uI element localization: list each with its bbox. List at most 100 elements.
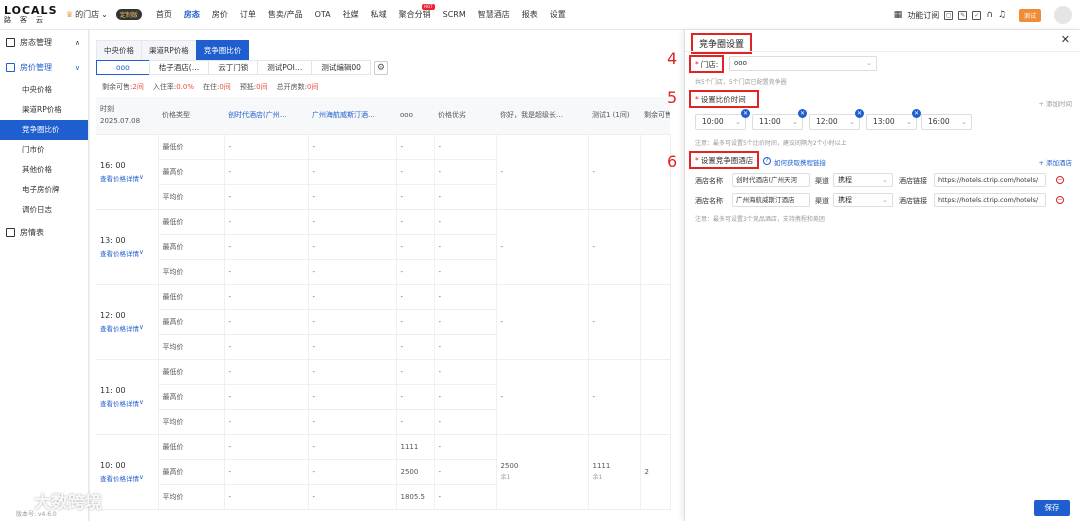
sidebar-group-room-report[interactable]: 房情表 <box>0 220 88 245</box>
hotel-name-input-1[interactable]: 创时代酒店(广州天河 <box>732 173 810 187</box>
price-detail-link[interactable]: 查看价格详情 <box>100 173 139 183</box>
summary-value: - <box>592 167 596 176</box>
remove-time-icon[interactable]: ✕ <box>912 109 921 118</box>
test-env-button[interactable]: 测试 <box>1018 8 1041 22</box>
summary-value: 1111 <box>592 462 611 470</box>
summary-value: - <box>592 317 596 326</box>
hotel-tab-poi[interactable]: 测试POI… <box>257 60 313 75</box>
gear-icon[interactable]: ⚙ <box>373 60 388 75</box>
vip-badge: 定制版 <box>115 9 142 20</box>
hotel-name-input-2[interactable]: 广州海航威斯汀酒店 <box>732 193 810 207</box>
price-detail-link[interactable]: 查看价格详情 <box>100 323 139 333</box>
chevron-down-icon: ⌄ <box>101 10 108 19</box>
time-label: 16: 00 <box>100 160 126 170</box>
sidebar-item-channel-rp[interactable]: 渠道RP价格 <box>0 100 88 120</box>
edit-icon[interactable]: ✎ <box>958 10 968 20</box>
hotel-tab-yunding[interactable]: 云丁门锁 <box>208 60 259 75</box>
close-icon[interactable]: ✕ <box>1061 33 1070 46</box>
sidebar-group-room-status[interactable]: 房态管理 ∧ <box>0 30 88 55</box>
time-select-3[interactable]: 12:00 ⌄ <box>809 114 860 130</box>
top-right-tools: ▦ 功能订阅 ▢ ✎ ✓ ∩ ♫ 测试 <box>894 0 1072 30</box>
price-detail-link[interactable]: 查看价格详情 <box>100 248 139 258</box>
nav-sales-products[interactable]: 售卖/产品 <box>262 0 309 30</box>
sidebar-item-log[interactable]: 调价日志 <box>0 200 88 220</box>
bell-icon[interactable]: ♫ <box>998 10 1006 20</box>
price-detail-link[interactable]: 查看价格详情 <box>100 473 139 483</box>
price-type-cell: 最高价 <box>158 159 225 185</box>
store-switcher[interactable]: ♛ 的门店 ⌄ 定制版 <box>66 9 142 20</box>
chevron-down-icon: ⌄ <box>849 118 855 126</box>
summary-value: - <box>592 242 596 251</box>
time-select-2[interactable]: 11:00 ⌄ <box>752 114 803 130</box>
price-cell: - <box>434 359 497 385</box>
remove-time-icon[interactable]: ✕ <box>798 109 807 118</box>
add-time-link[interactable]: + 添加时间 <box>1038 98 1072 108</box>
top-bar: LOCALS 路客云 ♛ 的门店 ⌄ 定制版 首页 房态 房价 订单 售卖/产品… <box>0 0 1080 30</box>
document-icon[interactable]: ▢ <box>944 10 954 20</box>
summary-value: - <box>592 392 596 401</box>
remove-hotel-icon[interactable]: − <box>1056 196 1064 204</box>
tab-competitor[interactable]: 竞争圈比价 <box>195 40 250 61</box>
chevron-down-icon: ∨ <box>139 472 144 481</box>
nav-private[interactable]: 私域 <box>365 0 393 30</box>
headset-icon[interactable]: ∩ <box>986 10 993 20</box>
add-hotel-link[interactable]: + 添加酒店 <box>1038 157 1072 167</box>
func-subscribe-link[interactable]: 功能订阅 <box>907 10 939 21</box>
avatar[interactable] <box>1054 6 1072 24</box>
logo[interactable]: LOCALS 路客云 <box>0 5 62 24</box>
col-hotel-2[interactable]: 广州海航威斯汀酒… <box>308 97 396 135</box>
price-type-cell: 平均价 <box>158 334 225 360</box>
store-select[interactable]: ooo ⌄ <box>729 56 877 71</box>
remove-time-icon[interactable]: ✕ <box>855 109 864 118</box>
nav-distribution[interactable]: 聚合分销 HOT <box>393 0 437 30</box>
hotel-tab-orange[interactable]: 桔子酒店(… <box>148 60 210 75</box>
price-cell: - <box>224 259 309 285</box>
hotel-tab-ooo[interactable]: ooo <box>96 60 150 75</box>
hotel-tabs: ooo 桔子酒店(… 云丁门锁 测试POI… 测试编辑00 ⚙ <box>96 60 388 75</box>
price-cell: - <box>396 384 435 410</box>
version-text: 版本号: v4.6.0 <box>16 511 57 518</box>
time-select-5[interactable]: 16:00 ⌄ <box>921 114 972 130</box>
nav-social[interactable]: 社媒 <box>337 0 365 30</box>
nav-smart-hotel[interactable]: 智慧酒店 <box>472 0 516 30</box>
nav-orders[interactable]: 订单 <box>234 0 262 30</box>
hotel-link-input-1[interactable]: https://hotels.ctrip.com/hotels/ <box>934 173 1046 187</box>
channel-select-2[interactable]: 携程 ⌄ <box>833 193 893 207</box>
sidebar-item-other-price[interactable]: 其他价格 <box>0 160 88 180</box>
nav-ota[interactable]: OTA <box>309 0 337 30</box>
col-hotel-1[interactable]: 创时代酒店(广州… <box>224 97 308 135</box>
summary-cell: - <box>588 359 641 435</box>
channel-select-1[interactable]: 携程 ⌄ <box>833 173 893 187</box>
table-row: 13: 00 查看价格详情 ∨ 最低价 - - - - - - <box>96 209 671 285</box>
nav-settings[interactable]: 设置 <box>544 0 572 30</box>
sidebar-item-competitor[interactable]: 竞争圈比价 <box>0 120 88 140</box>
nav-reports[interactable]: 报表 <box>516 0 544 30</box>
nav-room-status[interactable]: 房态 <box>178 0 206 30</box>
hotel-tab-edit00[interactable]: 测试编辑00 <box>311 60 371 75</box>
sidebar-item-central-price[interactable]: 中央价格 <box>0 80 88 100</box>
summary-value: - <box>500 317 504 326</box>
grid-icon[interactable]: ▦ <box>894 10 903 20</box>
save-button[interactable]: 保存 <box>1034 500 1070 516</box>
summary-value: - <box>500 242 504 251</box>
tab-channel-rp[interactable]: 渠道RP价格 <box>141 40 197 61</box>
time-select-4[interactable]: 13:00 ⌄ <box>866 114 917 130</box>
help-icon[interactable]: ? <box>763 157 771 165</box>
nav-home[interactable]: 首页 <box>150 0 178 30</box>
remove-time-icon[interactable]: ✕ <box>741 109 750 118</box>
ctrip-help-link[interactable]: 如何获取携程链接 <box>774 157 826 167</box>
price-cell: - <box>434 309 497 335</box>
hotel-link-input-2[interactable]: https://hotels.ctrip.com/hotels/ <box>934 193 1046 207</box>
time-select-1[interactable]: 10:00 ⌄ <box>695 114 746 130</box>
time-cell: 12: 00 查看价格详情 ∨ <box>96 284 159 360</box>
tab-central-price[interactable]: 中央价格 <box>96 40 142 61</box>
remove-hotel-icon[interactable]: − <box>1056 176 1064 184</box>
hot-badge: HOT <box>422 3 435 10</box>
nav-room-price[interactable]: 房价 <box>206 0 234 30</box>
sidebar-item-e-board[interactable]: 电子房价牌 <box>0 180 88 200</box>
check-icon[interactable]: ✓ <box>972 10 982 20</box>
nav-scrm[interactable]: SCRM <box>437 0 472 30</box>
sidebar-group-price[interactable]: 房价管理 ∨ <box>0 55 88 80</box>
sidebar-item-rack-rate[interactable]: 门市价 <box>0 140 88 160</box>
price-detail-link[interactable]: 查看价格详情 <box>100 398 139 408</box>
